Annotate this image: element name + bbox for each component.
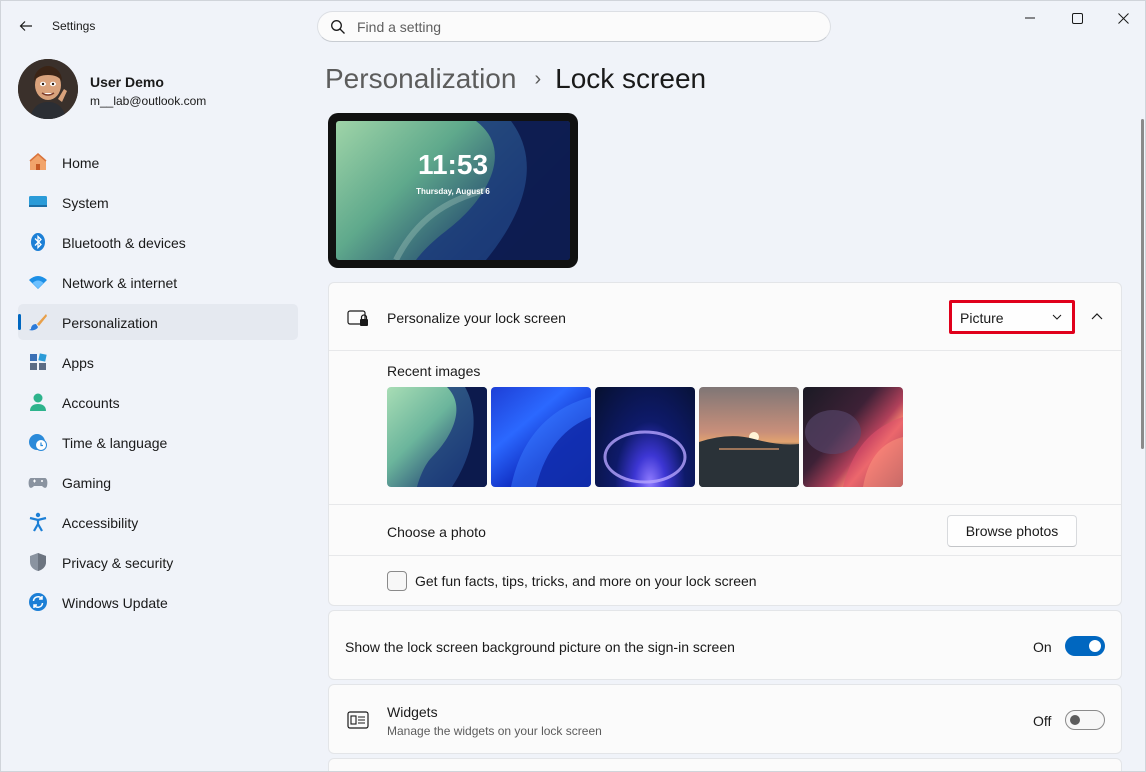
back-button[interactable] bbox=[15, 15, 37, 37]
sidebar-item-label: Privacy & security bbox=[62, 555, 174, 571]
recent-image-thumbnail[interactable] bbox=[387, 387, 487, 487]
chevron-up-icon[interactable] bbox=[1089, 309, 1105, 325]
search-box[interactable] bbox=[317, 11, 831, 42]
sidebar-item-accessibility[interactable]: Accessibility bbox=[18, 504, 298, 540]
recent-image-thumbnail[interactable] bbox=[491, 387, 591, 487]
minimize-button[interactable] bbox=[1007, 1, 1053, 35]
title-bar: Settings bbox=[1, 1, 1145, 51]
choose-photo-label: Choose a photo bbox=[387, 524, 486, 540]
sidebar-item-windows-update[interactable]: Windows Update bbox=[18, 584, 298, 620]
sidebar-item-label: System bbox=[62, 195, 109, 211]
recent-image-thumbnail[interactable] bbox=[803, 387, 903, 487]
dropdown-value: Picture bbox=[960, 310, 1004, 326]
apps-icon bbox=[28, 352, 48, 372]
breadcrumb-parent[interactable]: Personalization bbox=[325, 63, 516, 95]
home-icon bbox=[28, 152, 48, 172]
chevron-down-icon bbox=[1052, 314, 1062, 320]
close-icon bbox=[1117, 12, 1129, 24]
user-email: m__lab@outlook.com bbox=[90, 94, 207, 108]
toggle-knob bbox=[1070, 715, 1080, 725]
toggle-knob bbox=[1089, 640, 1101, 652]
browse-photos-button[interactable]: Browse photos bbox=[947, 515, 1077, 547]
maximize-button[interactable] bbox=[1054, 1, 1100, 35]
clock-globe-icon bbox=[28, 432, 48, 452]
sidebar-nav: Home System Bluetooth & devices Network … bbox=[18, 144, 298, 624]
breadcrumb: Personalization › Lock screen bbox=[325, 61, 706, 97]
sidebar-item-label: Bluetooth & devices bbox=[62, 235, 186, 251]
sidebar-item-system[interactable]: System bbox=[18, 184, 298, 220]
widgets-subtitle: Manage the widgets on your lock screen bbox=[387, 724, 602, 738]
sidebar-item-personalization[interactable]: Personalization bbox=[18, 304, 298, 340]
sidebar-item-label: Home bbox=[62, 155, 100, 171]
gamepad-icon bbox=[28, 472, 48, 492]
signin-background-label: Show the lock screen background picture … bbox=[345, 639, 735, 655]
page-title: Lock screen bbox=[555, 63, 707, 94]
app-title: Settings bbox=[52, 19, 96, 33]
maximize-icon bbox=[1071, 12, 1083, 24]
scrollbar[interactable] bbox=[1141, 119, 1144, 449]
recent-image-thumbnail[interactable] bbox=[595, 387, 695, 487]
accessibility-icon bbox=[28, 512, 48, 532]
close-button[interactable] bbox=[1100, 1, 1145, 35]
sidebar-item-home[interactable]: Home bbox=[18, 144, 298, 180]
preview-screen: 11:53 Thursday, August 6 bbox=[336, 121, 570, 260]
user-profile[interactable]: User Demo m__lab@outlook.com bbox=[18, 59, 298, 121]
sidebar-item-bluetooth[interactable]: Bluetooth & devices bbox=[18, 224, 298, 260]
recent-image-thumbnail[interactable] bbox=[699, 387, 799, 487]
toggle-state-label: On bbox=[1033, 639, 1052, 655]
recent-images-list bbox=[387, 387, 903, 487]
sidebar-item-label: Network & internet bbox=[62, 275, 178, 291]
back-arrow-icon bbox=[19, 21, 32, 31]
personalize-lock-screen-card: Personalize your lock screen Picture Rec… bbox=[328, 282, 1122, 606]
sidebar-item-gaming[interactable]: Gaming bbox=[18, 464, 298, 500]
widgets-card[interactable]: Widgets Manage the widgets on your lock … bbox=[328, 684, 1122, 754]
sidebar-item-label: Accounts bbox=[62, 395, 120, 411]
lock-screen-preview: 11:53 Thursday, August 6 bbox=[328, 113, 578, 268]
toggle-state-label: Off bbox=[1033, 713, 1052, 729]
shield-icon bbox=[28, 552, 48, 572]
sidebar-item-network[interactable]: Network & internet bbox=[18, 264, 298, 300]
fun-facts-label: Get fun facts, tips, tricks, and more on… bbox=[415, 573, 757, 589]
search-input[interactable] bbox=[357, 17, 797, 37]
lock-screen-type-dropdown[interactable]: Picture bbox=[949, 300, 1075, 334]
sidebar-item-accounts[interactable]: Accounts bbox=[18, 384, 298, 420]
widgets-icon bbox=[347, 711, 369, 729]
breadcrumb-separator: › bbox=[534, 67, 542, 90]
minimize-icon bbox=[1025, 17, 1035, 19]
next-setting-card[interactable] bbox=[328, 758, 1122, 771]
update-icon bbox=[28, 592, 48, 612]
widgets-toggle[interactable] bbox=[1065, 710, 1105, 730]
sidebar-item-apps[interactable]: Apps bbox=[18, 344, 298, 380]
signin-background-card: Show the lock screen background picture … bbox=[328, 610, 1122, 680]
brush-icon bbox=[28, 312, 48, 332]
preview-date: Thursday, August 6 bbox=[416, 187, 490, 196]
sidebar-item-label: Apps bbox=[62, 355, 94, 371]
avatar bbox=[18, 59, 78, 119]
sidebar-item-label: Time & language bbox=[62, 435, 168, 451]
user-name: User Demo bbox=[90, 74, 164, 90]
preview-time: 11:53 bbox=[417, 149, 489, 180]
widgets-title: Widgets bbox=[387, 704, 438, 720]
fun-facts-checkbox[interactable] bbox=[387, 571, 407, 591]
sidebar-item-label: Gaming bbox=[62, 475, 112, 491]
system-icon bbox=[28, 192, 48, 212]
sidebar-item-time-language[interactable]: Time & language bbox=[18, 424, 298, 460]
bluetooth-icon bbox=[28, 232, 48, 252]
avatar-illustration bbox=[18, 59, 78, 119]
sidebar-item-label: Personalization bbox=[62, 315, 158, 331]
personalize-label: Personalize your lock screen bbox=[387, 310, 566, 326]
wifi-icon bbox=[28, 272, 48, 292]
settings-window: Settings User bbox=[0, 0, 1146, 772]
divider bbox=[329, 504, 1121, 505]
search-icon bbox=[331, 20, 345, 34]
lock-screen-icon bbox=[347, 310, 368, 326]
recent-images-label: Recent images bbox=[387, 363, 481, 379]
sidebar-item-label: Accessibility bbox=[62, 515, 139, 531]
divider bbox=[329, 350, 1121, 351]
sidebar-item-label: Windows Update bbox=[62, 595, 168, 611]
signin-background-toggle[interactable] bbox=[1065, 636, 1105, 656]
accounts-icon bbox=[28, 392, 48, 412]
divider bbox=[329, 555, 1121, 556]
sidebar-item-privacy[interactable]: Privacy & security bbox=[18, 544, 298, 580]
